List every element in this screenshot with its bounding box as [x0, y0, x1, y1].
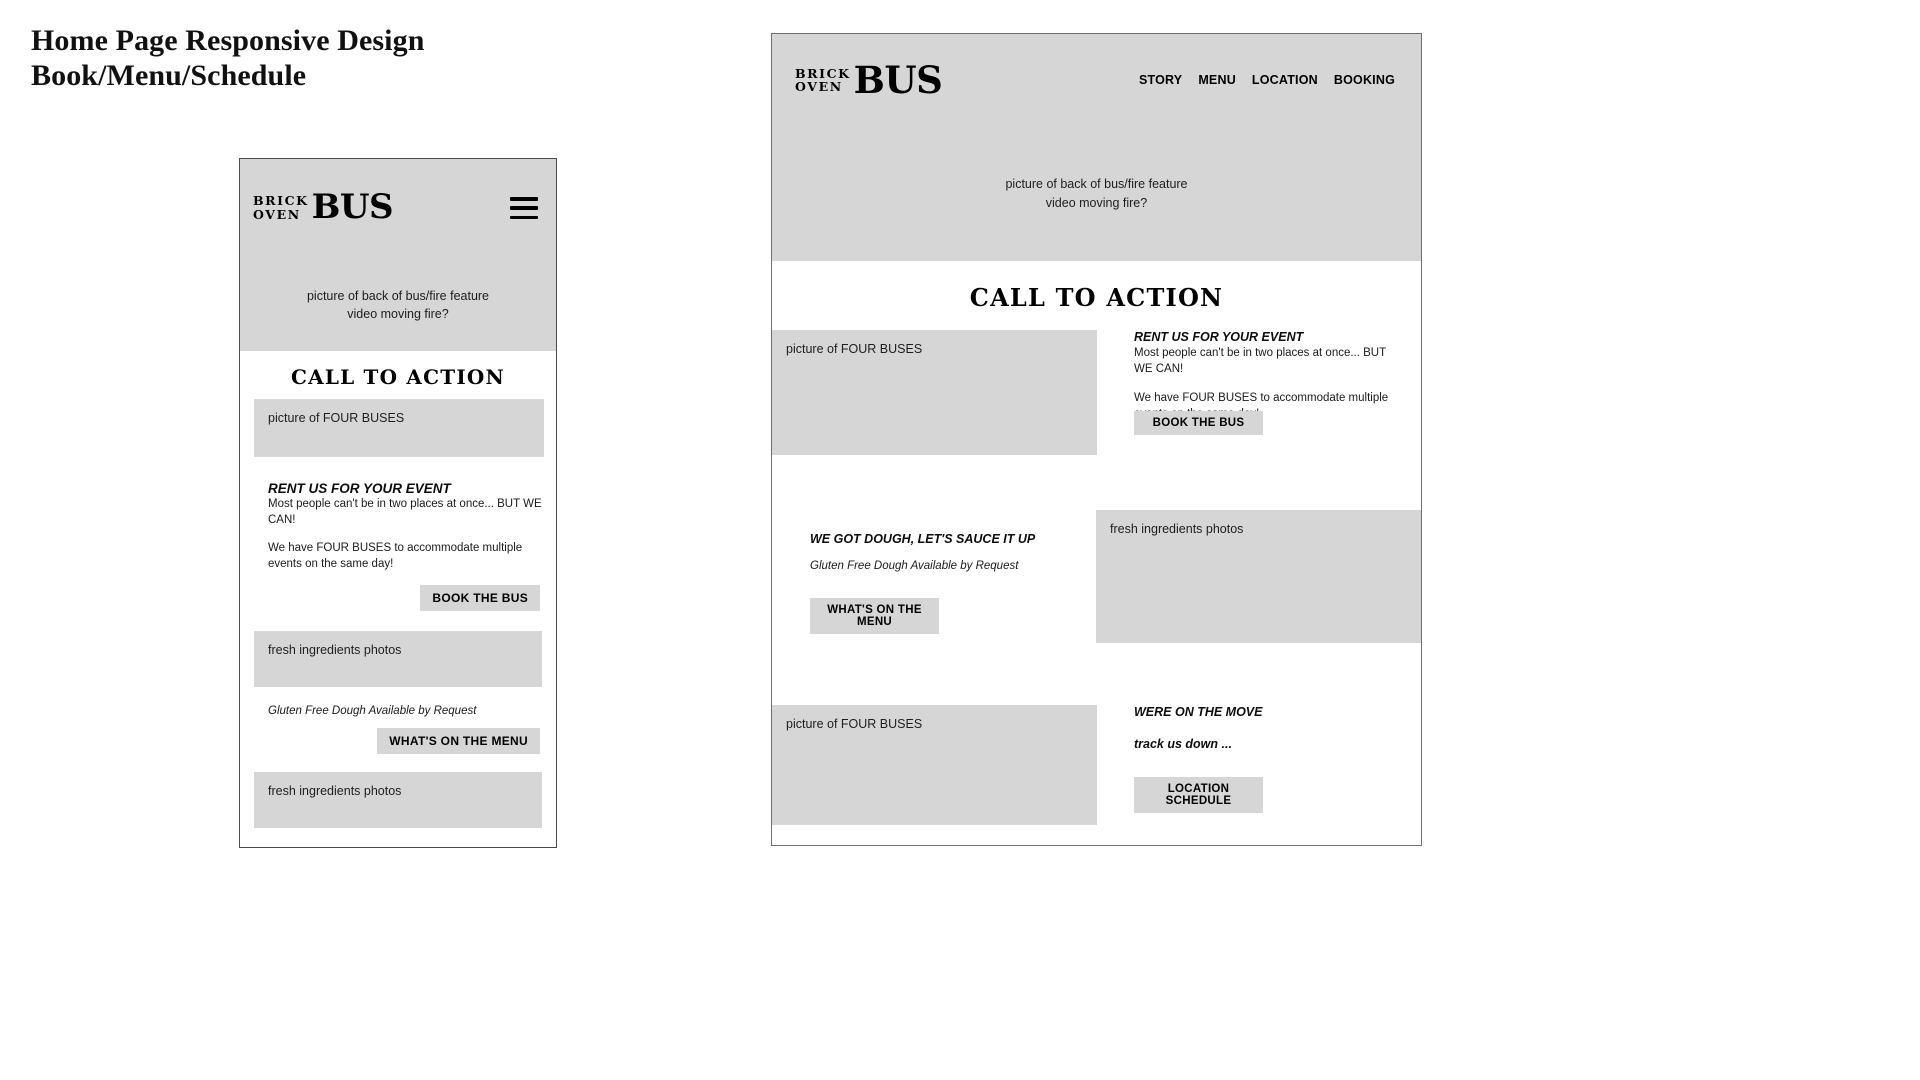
desktop-hero-caption-line-1: picture of back of bus/fire feature	[1005, 177, 1188, 192]
mobile-rent-heading: RENT US FOR YOUR EVENT	[268, 481, 451, 496]
mobile-hero-placeholder: picture of back of bus/fire feature vide…	[240, 257, 556, 351]
desktop-buses-image-placeholder-2: picture of FOUR BUSES	[772, 705, 1097, 825]
desktop-move-heading: WERE ON THE MOVE	[1134, 705, 1263, 719]
desktop-cta-heading: CALL TO ACTION	[969, 283, 1224, 312]
desktop-ingredients-placeholder: fresh ingredients photos	[1096, 510, 1421, 643]
desktop-move-section: WERE ON THE MOVE track us down ...	[1134, 705, 1399, 751]
desktop-location-schedule-button[interactable]: LOCATION SCHEDULE	[1134, 777, 1263, 813]
mobile-ingredients-placeholder-2: fresh ingredients photos	[254, 772, 542, 829]
mobile-ingredients-placeholder-1: fresh ingredients photos	[254, 631, 542, 688]
desktop-rent-heading: RENT US FOR YOUR EVENT	[1134, 330, 1304, 344]
brand-word-brick-desktop: BRICK	[795, 65, 851, 81]
brand-logo-desktop[interactable]: BRICK OVEN BUS	[795, 57, 943, 102]
mobile-hero-caption-line-2: video moving fire?	[347, 307, 449, 322]
mobile-hero-caption: picture of back of bus/fire feature vide…	[307, 287, 489, 323]
desktop-header: BRICK OVEN BUS STORY MENU LOCATION BOOKI…	[772, 34, 1421, 126]
brand-word-oven: OVEN	[253, 206, 301, 222]
nav-item-booking[interactable]: BOOKING	[1334, 73, 1395, 87]
desktop-whats-on-the-menu-button[interactable]: WHAT'S ON THE MENU	[810, 598, 939, 634]
brand-logo-stack-desktop: BRICK OVEN	[795, 65, 851, 94]
mobile-rent-section: RENT US FOR YOUR EVENT Most people can't…	[240, 481, 556, 572]
desktop-buses-placeholder-label-2: picture of FOUR BUSES	[786, 717, 923, 731]
brand-logo-stack: BRICK OVEN	[253, 194, 309, 221]
desktop-nav: STORY MENU LOCATION BOOKING	[1139, 73, 1395, 87]
hamburger-icon[interactable]	[510, 197, 538, 219]
mobile-header: BRICK OVEN BUS	[240, 159, 556, 257]
page-title: Home Page Responsive Design Book/Menu/Sc…	[31, 24, 731, 93]
mobile-buses-placeholder-label: picture of FOUR BUSES	[268, 411, 405, 425]
mobile-book-button-row: BOOK THE BUS	[240, 585, 556, 612]
hamburger-bar-2	[510, 206, 538, 210]
nav-item-menu[interactable]: MENU	[1198, 73, 1236, 87]
mobile-ingredients-label-1: fresh ingredients photos	[268, 643, 402, 658]
mobile-gluten-free-row: Gluten Free Dough Available by Request	[240, 701, 556, 719]
brand-word-bus: BUS	[311, 187, 394, 228]
mobile-menu-button-row: WHAT'S ON THE MENU	[240, 728, 556, 755]
desktop-mockup-frame: BRICK OVEN BUS STORY MENU LOCATION BOOKI…	[771, 33, 1422, 846]
mobile-hero-caption-line-1: picture of back of bus/fire feature	[306, 289, 490, 303]
nav-item-location[interactable]: LOCATION	[1252, 73, 1318, 87]
desktop-buses-placeholder-label: picture of FOUR BUSES	[786, 342, 923, 356]
desktop-location-row: picture of FOUR BUSES WERE ON THE MOVE t…	[772, 705, 1421, 830]
hamburger-bar-3	[510, 215, 538, 219]
whats-on-the-menu-button[interactable]: WHAT'S ON THE MENU	[377, 728, 540, 755]
desktop-rent-section: RENT US FOR YOUR EVENT Most people can't…	[1134, 330, 1399, 422]
desktop-buses-image-placeholder: picture of FOUR BUSES	[772, 330, 1097, 455]
mobile-cta-heading: CALL TO ACTION	[291, 365, 505, 389]
page-title-line-1: Home Page Responsive Design	[31, 24, 425, 57]
hamburger-bar-1	[510, 197, 538, 201]
mobile-rent-subtext: Most people can't be in two places at on…	[268, 498, 542, 526]
desktop-hero-caption-line-2: video moving fire?	[1045, 195, 1148, 210]
desktop-gluten-free-note: Gluten Free Dough Available by Request	[810, 560, 1019, 572]
desktop-hero-caption: picture of back of bus/fire feature vide…	[1005, 175, 1187, 211]
desktop-rent-subtext: Most people can't be in two places at on…	[1134, 347, 1386, 375]
brand-word-oven-desktop: OVEN	[795, 79, 843, 94]
mobile-buses-image-placeholder: picture of FOUR BUSES	[254, 399, 544, 457]
desktop-hero-placeholder: picture of back of bus/fire feature vide…	[772, 126, 1421, 261]
brand-word-bus-desktop: BUS	[853, 57, 943, 102]
desktop-ingredients-label: fresh ingredients photos	[1110, 522, 1244, 536]
desktop-dough-heading: WE GOT DOUGH, LET'S SAUCE IT UP	[810, 532, 1036, 546]
mobile-move-section: WERE ON THE MOVE track us down ...	[240, 846, 556, 847]
brand-word-brick: BRICK	[253, 193, 309, 209]
mobile-gluten-free-note: Gluten Free Dough Available by Request	[268, 705, 477, 718]
desktop-menu-row: fresh ingredients photos WE GOT DOUGH, L…	[772, 510, 1421, 650]
desktop-dough-section: WE GOT DOUGH, LET'S SAUCE IT UP Gluten F…	[810, 532, 1100, 572]
mobile-move-heading: WERE ON THE MOVE	[268, 846, 556, 847]
desktop-move-subtext: track us down ...	[1134, 737, 1232, 751]
mobile-ingredients-label-2: fresh ingredients photos	[268, 784, 402, 799]
page-title-line-2: Book/Menu/Schedule	[31, 58, 307, 92]
mobile-mockup-frame: BRICK OVEN BUS picture of back of bus/fi…	[239, 158, 557, 848]
mobile-rent-body: We have FOUR BUSES to accommodate multip…	[268, 542, 523, 570]
nav-item-story[interactable]: STORY	[1139, 73, 1182, 87]
desktop-book-the-bus-button[interactable]: BOOK THE BUS	[1134, 411, 1263, 435]
brand-logo-mobile[interactable]: BRICK OVEN BUS	[253, 187, 394, 228]
book-the-bus-button[interactable]: BOOK THE BUS	[420, 585, 540, 612]
desktop-rent-row: picture of FOUR BUSES RENT US FOR YOUR E…	[772, 330, 1421, 460]
